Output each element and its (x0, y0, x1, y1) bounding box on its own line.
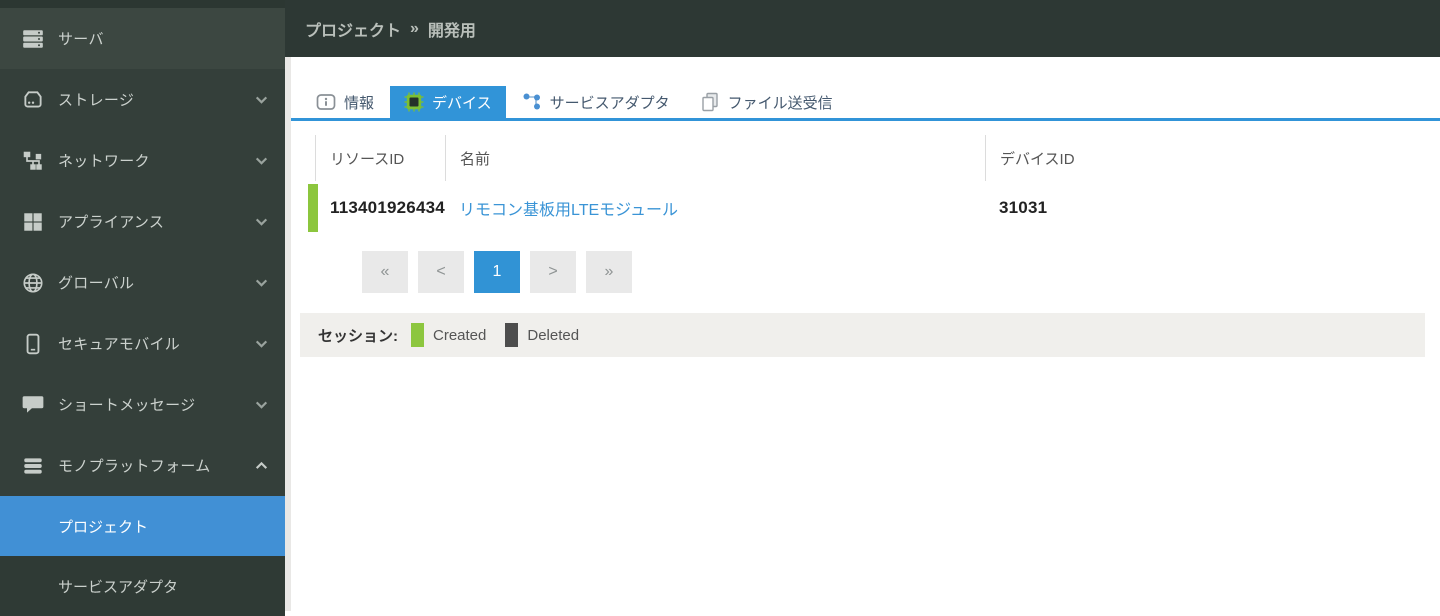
sidebar-item-mono-platform[interactable]: モノプラットフォーム (0, 435, 285, 496)
session-legend: セッション: Created Deleted (300, 313, 1425, 357)
tab-file-transfer[interactable]: ファイル送受信 (686, 86, 847, 118)
chevron-down-icon (254, 92, 269, 107)
sidebar-item-label: モノプラットフォーム (58, 458, 211, 475)
tab-info[interactable]: 情報 (302, 86, 388, 118)
sidebar-item-label: アプライアンス (58, 214, 165, 231)
pagination-page-1-button[interactable]: 1 (474, 251, 520, 293)
platform-icon (21, 454, 45, 478)
chevron-down-icon (254, 275, 269, 290)
info-icon (316, 92, 336, 112)
tab-label: デバイス (432, 94, 492, 112)
cell-device-id: 31031 (999, 198, 1048, 217)
legend-title: セッション: (318, 327, 398, 345)
mobile-icon (21, 332, 45, 356)
device-name-link[interactable]: リモコン基板用LTEモジュール (459, 196, 678, 220)
network-icon (21, 149, 45, 173)
sidebar-top-band (0, 0, 285, 8)
legend-created-swatch (411, 323, 424, 347)
chevron-down-icon (254, 214, 269, 229)
device-table: リソースID 名前 デバイスID 113401926434 リモコン基板用LTE… (308, 135, 1420, 232)
tab-label: サービスアダプタ (549, 94, 670, 112)
breadcrumb-separator: » (410, 19, 419, 37)
sidebar-item-label: ショートメッセージ (58, 397, 196, 414)
sidebar-subitem-project[interactable]: プロジェクト (0, 496, 285, 556)
breadcrumb-section[interactable]: プロジェクト (305, 17, 401, 41)
table-header-row: リソースID 名前 デバイスID (315, 135, 1420, 181)
sidebar-submenu-mono-platform: プロジェクト サービスアダプタ (0, 496, 285, 616)
message-icon (21, 393, 45, 417)
tab-service-adapter[interactable]: サービスアダプタ (508, 86, 684, 118)
chevron-down-icon (254, 397, 269, 412)
tab-device[interactable]: デバイス (390, 86, 506, 118)
pagination-prev-button[interactable]: < (418, 251, 464, 293)
column-header-device-id: デバイスID (985, 135, 1420, 181)
chevron-up-icon (254, 458, 269, 473)
pagination-first-button[interactable]: « (362, 251, 408, 293)
legend-deleted-label: Deleted (527, 326, 580, 344)
files-icon (700, 92, 720, 112)
sidebar-item-label: セキュアモバイル (58, 336, 181, 353)
sidebar-item-appliance[interactable]: アプライアンス (0, 191, 285, 252)
breadcrumb-current: 開発用 (427, 22, 476, 40)
column-header-resource-id: リソースID (315, 135, 445, 181)
pagination: « < 1 > » (362, 251, 1440, 293)
appliance-icon (21, 210, 45, 234)
sidebar-item-server[interactable]: サーバ (0, 8, 285, 69)
sidebar-item-global[interactable]: グローバル (0, 252, 285, 313)
legend-deleted-swatch (505, 323, 519, 347)
chip-icon (404, 92, 424, 112)
sidebar-subitem-label: プロジェクト (58, 518, 149, 536)
page-header: プロジェクト » 開発用 (285, 0, 1440, 57)
sidebar-item-label: ストレージ (58, 92, 135, 109)
sidebar-item-label: ネットワーク (58, 153, 150, 170)
storage-icon (21, 88, 45, 112)
content-panel: 情報 デバイス サービスアダプタ ファイル送受信 リソースID 名前 デバイスI… (291, 57, 1440, 611)
breadcrumb: プロジェクト » 開発用 (305, 17, 476, 41)
pagination-last-button[interactable]: » (586, 251, 632, 293)
main-area: プロジェクト » 開発用 情報 デバイス サービスアダプタ ファイル送受信 リソ… (285, 0, 1440, 611)
sidebar-item-short-message[interactable]: ショートメッセージ (0, 374, 285, 435)
sidebar-subitem-service-adapter[interactable]: サービスアダプタ (0, 556, 285, 616)
chevron-down-icon (254, 153, 269, 168)
sidebar-item-secure-mobile[interactable]: セキュアモバイル (0, 313, 285, 374)
cell-resource-id: 113401926434 (330, 198, 445, 217)
sidebar-item-storage[interactable]: ストレージ (0, 69, 285, 130)
table-row: 113401926434 リモコン基板用LTEモジュール 31031 (308, 184, 1420, 232)
sidebar-item-label: サーバ (58, 31, 104, 48)
sidebar: サーバ ストレージ ネットワーク アプライアンス グローバル セキュアモバイル … (0, 0, 285, 616)
globe-icon (21, 271, 45, 295)
tab-bar: 情報 デバイス サービスアダプタ ファイル送受信 (291, 86, 1440, 121)
sidebar-subitem-label: サービスアダプタ (58, 578, 179, 596)
chevron-down-icon (254, 336, 269, 351)
legend-created-label: Created (433, 326, 487, 344)
column-header-name: 名前 (445, 135, 985, 181)
tab-label: ファイル送受信 (727, 94, 833, 112)
pagination-next-button[interactable]: > (530, 251, 576, 293)
tab-label: 情報 (344, 94, 375, 112)
adapter-icon (522, 92, 542, 112)
server-icon (21, 27, 45, 51)
sidebar-item-network[interactable]: ネットワーク (0, 130, 285, 191)
sidebar-item-label: グローバル (58, 275, 135, 292)
